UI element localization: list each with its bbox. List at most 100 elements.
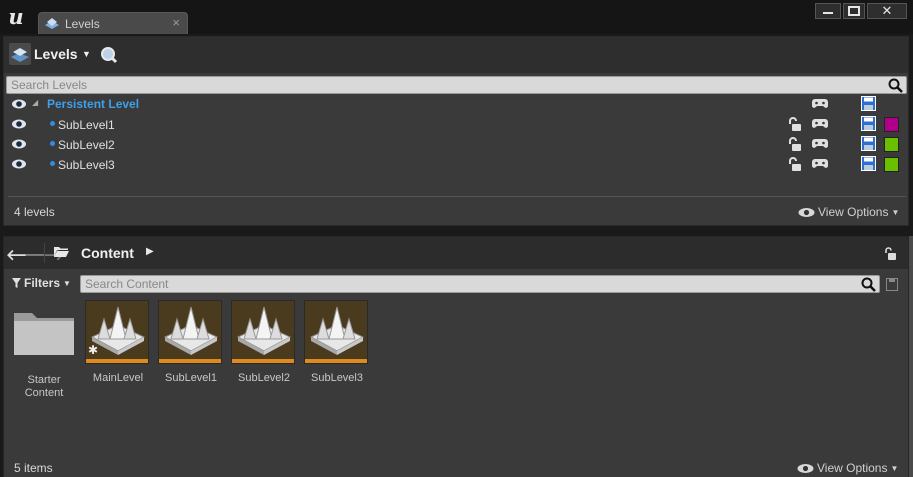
asset-label: SubLevel3 — [311, 372, 363, 384]
asset-type-bar — [86, 359, 148, 363]
eye-icon[interactable] — [11, 158, 27, 170]
asset-sublevel3[interactable]: SubLevel3 — [304, 300, 370, 385]
asset-sublevel1[interactable]: SubLevel1 — [158, 300, 224, 385]
level-map-icon — [163, 306, 219, 355]
search-content-input[interactable] — [85, 276, 857, 292]
level-thumbnail — [231, 300, 295, 364]
levels-panel: Levels ▼ ◢ Persistent Level — [3, 36, 909, 226]
scrollbar[interactable] — [909, 236, 913, 477]
chevron-down-icon: ▼ — [63, 278, 71, 288]
unlocked-icon[interactable] — [884, 247, 897, 261]
save-icon[interactable] — [861, 136, 876, 151]
chevron-right-icon[interactable]: ▶ — [146, 246, 154, 257]
levels-view-options-button[interactable]: View Options ▼ — [798, 205, 899, 219]
level-name: SubLevel1 — [58, 118, 115, 132]
level-thumbnail: ✱ — [85, 300, 149, 364]
level-name: Persistent Level — [47, 97, 140, 111]
chevron-down-icon: ▼ — [890, 463, 899, 473]
filters-label: Filters — [24, 276, 61, 290]
level-name: SubLevel3 — [58, 158, 115, 172]
levels-menu-title[interactable]: Levels — [34, 46, 78, 62]
breadcrumb-content[interactable]: Content — [81, 245, 134, 261]
asset-sublevel2[interactable]: SubLevel2 — [231, 300, 297, 385]
level-map-icon — [90, 306, 146, 355]
level-row-sublevel2[interactable]: SubLevel2 — [4, 135, 908, 155]
minimize-button[interactable] — [815, 3, 841, 19]
unlocked-icon[interactable] — [788, 157, 802, 172]
divider — [44, 243, 45, 263]
modified-star-icon: ✱ — [88, 343, 99, 357]
asset-type-bar — [305, 359, 367, 363]
content-area: Filters ▼ Starter Content — [4, 269, 908, 477]
level-thumbnail — [158, 300, 222, 364]
gamepad-icon[interactable] — [812, 158, 828, 169]
close-window-button[interactable]: ✕ — [867, 3, 907, 19]
asset-label: MainLevel — [92, 372, 144, 384]
eye-icon — [797, 463, 814, 473]
asset-label: SubLevel2 — [238, 372, 290, 384]
levels-toolbar: Levels ▼ — [4, 37, 908, 73]
divider — [8, 196, 906, 197]
level-dot — [50, 141, 55, 146]
levels-icon — [9, 43, 31, 65]
level-thumbnail — [304, 300, 368, 364]
magnifier-icon — [861, 277, 876, 292]
view-options-label: View Options — [817, 461, 888, 475]
gamepad-icon[interactable] — [812, 138, 828, 149]
gamepad-icon[interactable] — [812, 98, 828, 109]
save-icon[interactable] — [861, 96, 876, 111]
eye-icon[interactable] — [11, 118, 27, 130]
level-color-swatch[interactable] — [884, 117, 899, 132]
level-color-swatch[interactable] — [884, 157, 899, 172]
asset-label: SubLevel1 — [165, 372, 217, 384]
level-map-icon — [236, 306, 292, 355]
unlocked-icon[interactable] — [788, 137, 802, 152]
tab-label: Levels — [65, 17, 100, 31]
unlocked-icon[interactable] — [788, 117, 802, 132]
magnifier-icon — [888, 78, 903, 93]
level-dot — [50, 161, 55, 166]
unreal-logo-icon[interactable]: u — [4, 5, 28, 29]
save-search-icon[interactable] — [886, 278, 898, 291]
levels-tab-icon — [45, 18, 59, 29]
search-icon[interactable] — [100, 46, 118, 64]
level-name: SubLevel2 — [58, 138, 115, 152]
asset-type-bar — [232, 359, 294, 363]
asset-folder-starter-content[interactable]: Starter Content — [11, 305, 77, 400]
minimize-icon — [823, 12, 833, 14]
tab-close-icon[interactable]: × — [172, 15, 180, 30]
asset-mainlevel[interactable]: ✱ MainLevel — [85, 300, 151, 385]
save-icon[interactable] — [861, 116, 876, 131]
chevron-down-icon: ▼ — [891, 207, 900, 217]
tab-levels[interactable]: Levels × — [38, 12, 188, 34]
title-bar: u Levels × ✕ — [0, 0, 913, 34]
item-count: 5 items — [14, 461, 53, 475]
collapse-arrow-icon[interactable]: ◢ — [32, 98, 38, 107]
level-row-persistent[interactable]: ◢ Persistent Level — [4, 95, 908, 115]
eye-icon[interactable] — [11, 138, 27, 150]
eye-icon[interactable] — [11, 98, 27, 110]
folder-open-icon — [54, 247, 69, 257]
search-levels-field[interactable] — [6, 76, 907, 94]
level-color-swatch[interactable] — [884, 137, 899, 152]
level-map-icon — [309, 306, 365, 355]
content-nav-bar: 🡐 🡒 Content ▶ — [4, 237, 908, 269]
save-icon[interactable] — [861, 156, 876, 171]
level-row-sublevel3[interactable]: SubLevel3 — [4, 155, 908, 175]
content-view-options-button[interactable]: View Options ▼ — [797, 461, 898, 475]
level-row-sublevel1[interactable]: SubLevel1 — [4, 115, 908, 135]
chevron-down-icon[interactable]: ▼ — [82, 49, 91, 59]
gamepad-icon[interactable] — [812, 118, 828, 129]
asset-type-bar — [159, 359, 221, 363]
filters-button[interactable]: Filters ▼ — [12, 276, 71, 290]
asset-label: Starter Content — [24, 374, 64, 399]
level-list: ◢ Persistent Level SubLevel1 SubLevel2 S… — [4, 95, 908, 175]
maximize-icon — [848, 6, 860, 16]
search-levels-input[interactable] — [11, 77, 884, 93]
level-dot — [50, 121, 55, 126]
level-count: 4 levels — [14, 205, 55, 219]
view-options-label: View Options — [818, 205, 889, 219]
search-content-field[interactable] — [80, 275, 880, 293]
maximize-button[interactable] — [843, 3, 865, 19]
content-browser-panel: 🡐 🡒 Content ▶ Filters ▼ — [3, 236, 909, 477]
